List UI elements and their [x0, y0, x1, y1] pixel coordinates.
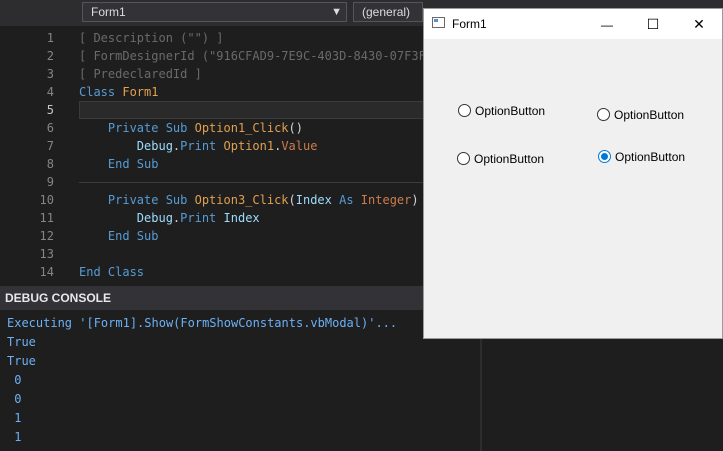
radio-circle-checked-icon[interactable] [598, 150, 611, 163]
code-line[interactable]: [ FormDesignerId ("916CFAD9-7E9C-403D-84… [79, 47, 426, 65]
code-token: ( [288, 193, 296, 207]
code-token: End Sub [79, 229, 159, 243]
code-token: ) [411, 193, 419, 207]
code-line[interactable]: Debug.Print Index [79, 209, 260, 227]
minimize-button[interactable]: — [584, 9, 630, 39]
option-label: OptionButton [475, 104, 546, 118]
window-title: Form1 [452, 17, 487, 31]
chevron-down-icon: ▼ [331, 6, 342, 18]
minimize-icon: — [601, 18, 613, 32]
maximize-button[interactable]: ☐ [630, 9, 676, 39]
code-token: Debug [79, 139, 173, 153]
line-number: 14 [39, 265, 54, 279]
form1-window[interactable]: Form1 — ☐ ✕ OptionButton OptionButton Op… [423, 8, 723, 339]
code-line[interactable]: [ Description ("") ] [79, 29, 224, 47]
line-number-gutter: 1 2 3 4 5 6 7 8 9 10 11 12 13 14 [0, 28, 60, 286]
code-token: Print [180, 211, 224, 225]
code-token: [ FormDesignerId ("916CFAD9-7E9C-403D-84… [79, 49, 426, 63]
procedure-combo[interactable]: (general) [353, 2, 423, 22]
line-number: 11 [39, 211, 54, 225]
code-token: Form1 [122, 85, 159, 99]
object-combo-value: Form1 [91, 5, 126, 19]
code-token: Private Sub [79, 193, 195, 207]
line-number: 7 [46, 139, 54, 153]
radio-circle-icon[interactable] [457, 152, 470, 165]
radio-circle-icon[interactable] [597, 108, 610, 121]
code-token: As [339, 193, 361, 207]
line-number: 3 [46, 67, 54, 81]
line-number: 6 [46, 121, 54, 135]
line-number: 5 [46, 103, 54, 117]
code-token: [ PredeclaredId ] [79, 67, 202, 81]
code-line[interactable]: End Sub [79, 155, 159, 173]
object-combo[interactable]: Form1 ▼ [82, 2, 347, 22]
code-token: Debug [79, 211, 173, 225]
code-line[interactable]: End Sub [79, 227, 159, 245]
code-line[interactable]: Class Form1 [79, 83, 158, 101]
line-number: 4 [46, 85, 54, 99]
console-line: True [7, 335, 36, 349]
line-number: 12 [39, 229, 54, 243]
code-token: Option1 [223, 139, 275, 153]
line-number: 9 [46, 175, 54, 189]
code-token: Class [79, 85, 123, 99]
line-number: 8 [46, 157, 54, 171]
close-icon: ✕ [693, 16, 705, 32]
code-token: [ Description ("") ] [79, 31, 224, 45]
close-button[interactable]: ✕ [676, 9, 722, 39]
code-token: () [288, 121, 303, 135]
console-line: 0 [7, 373, 22, 387]
code-line[interactable]: End Class [79, 263, 144, 281]
form-app-icon [432, 17, 445, 28]
code-token: End Class [79, 265, 145, 279]
option-label: OptionButton [615, 150, 686, 164]
code-line[interactable]: Private Sub Option1_Click() [79, 119, 303, 137]
console-line: 0 [7, 392, 22, 406]
procedure-combo-value: (general) [362, 5, 411, 19]
code-line[interactable]: Private Sub Option3_Click(Index As Integ… [79, 191, 419, 209]
radio-circle-icon[interactable] [458, 104, 471, 117]
line-number: 1 [46, 31, 54, 45]
window-titlebar[interactable]: Form1 — ☐ ✕ [424, 9, 722, 39]
code-token: Print [180, 139, 224, 153]
console-line: 1 [7, 411, 22, 425]
code-token: Index [223, 211, 260, 225]
line-number: 10 [39, 193, 54, 207]
code-token: Option3_Click [194, 193, 289, 207]
code-line[interactable]: [ PredeclaredId ] [79, 65, 202, 83]
console-line: Executing '[Form1].Show(FormShowConstant… [7, 316, 398, 330]
code-token: Option1_Click [194, 121, 289, 135]
maximize-icon: ☐ [646, 16, 660, 32]
option-label: OptionButton [474, 152, 545, 166]
line-number: 2 [46, 49, 54, 63]
code-token: Index [295, 193, 340, 207]
code-token: Integer [360, 193, 412, 207]
console-line: 1 [7, 430, 22, 444]
code-token: Value [281, 139, 318, 153]
console-line: True [7, 354, 36, 368]
code-token: Private Sub [79, 121, 195, 135]
line-number: 13 [39, 247, 54, 261]
code-line[interactable]: Debug.Print Option1.Value [79, 137, 318, 155]
code-token: End Sub [79, 157, 159, 171]
option-label: OptionButton [614, 108, 685, 122]
